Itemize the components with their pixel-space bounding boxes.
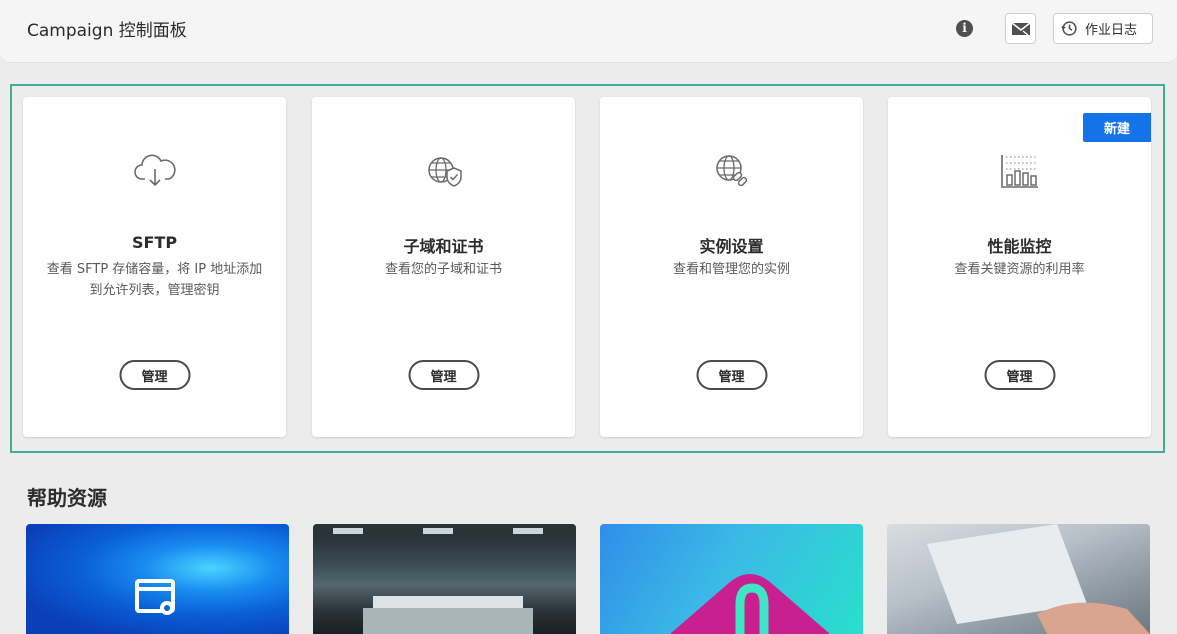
- manage-button[interactable]: 管理: [408, 360, 479, 390]
- card-description: 查看 SFTP 存储容量，将 IP 地址添加到允许列表，管理密钥: [46, 262, 263, 298]
- job-log-label: 作业日志: [1085, 23, 1138, 38]
- laptop-typing-image: [927, 524, 1150, 634]
- abstract-logo-image: [670, 574, 830, 634]
- mail-button[interactable]: [1005, 13, 1036, 44]
- manage-button[interactable]: 管理: [984, 360, 1055, 390]
- new-badge: 新建: [1083, 113, 1151, 142]
- top-bar: Campaign 控制面板 i 作业日志: [0, 0, 1177, 63]
- globe-shield-icon: [427, 157, 462, 187]
- help-resources-heading: 帮助资源: [27, 486, 107, 510]
- card-description: 查看关键资源的利用率: [954, 262, 1085, 277]
- card-title: SFTP: [131, 233, 178, 252]
- card-description: 查看和管理您的实例: [672, 262, 790, 277]
- card-performance-monitoring: 新建 性能监控 查看关键资源的利用率 管理: [888, 97, 1151, 437]
- info-icon[interactable]: i: [956, 20, 973, 37]
- mail-icon: [1011, 21, 1030, 36]
- page-title: Campaign 控制面板: [27, 21, 187, 41]
- job-log-button[interactable]: 作业日志: [1053, 13, 1153, 44]
- card-sftp: SFTP 查看 SFTP 存储容量，将 IP 地址添加到允许列表，管理密钥 管理: [23, 97, 286, 437]
- card-description: 查看您的子域和证书: [384, 262, 502, 277]
- card-title: 实例设置: [699, 237, 764, 256]
- cloud-download-icon: [133, 154, 176, 187]
- card-title: 性能监控: [987, 237, 1052, 256]
- control-room-image: [313, 524, 576, 634]
- card-title: 子域和证书: [403, 237, 484, 256]
- help-resource-thumbnail[interactable]: [887, 524, 1150, 634]
- manage-button[interactable]: 管理: [696, 360, 767, 390]
- bar-chart-icon: [1000, 155, 1038, 188]
- help-resource-thumbnail[interactable]: [313, 524, 576, 634]
- history-icon: [1061, 21, 1077, 36]
- settings-window-icon: [135, 579, 175, 615]
- card-instance-settings: 实例设置 查看和管理您的实例 管理: [600, 97, 863, 437]
- globe-link-icon: [715, 155, 747, 187]
- help-resource-thumbnail[interactable]: [600, 524, 863, 634]
- card-subdomains: 子域和证书 查看您的子域和证书 管理: [312, 97, 575, 437]
- help-resource-thumbnail[interactable]: [26, 524, 289, 634]
- manage-button[interactable]: 管理: [119, 360, 190, 390]
